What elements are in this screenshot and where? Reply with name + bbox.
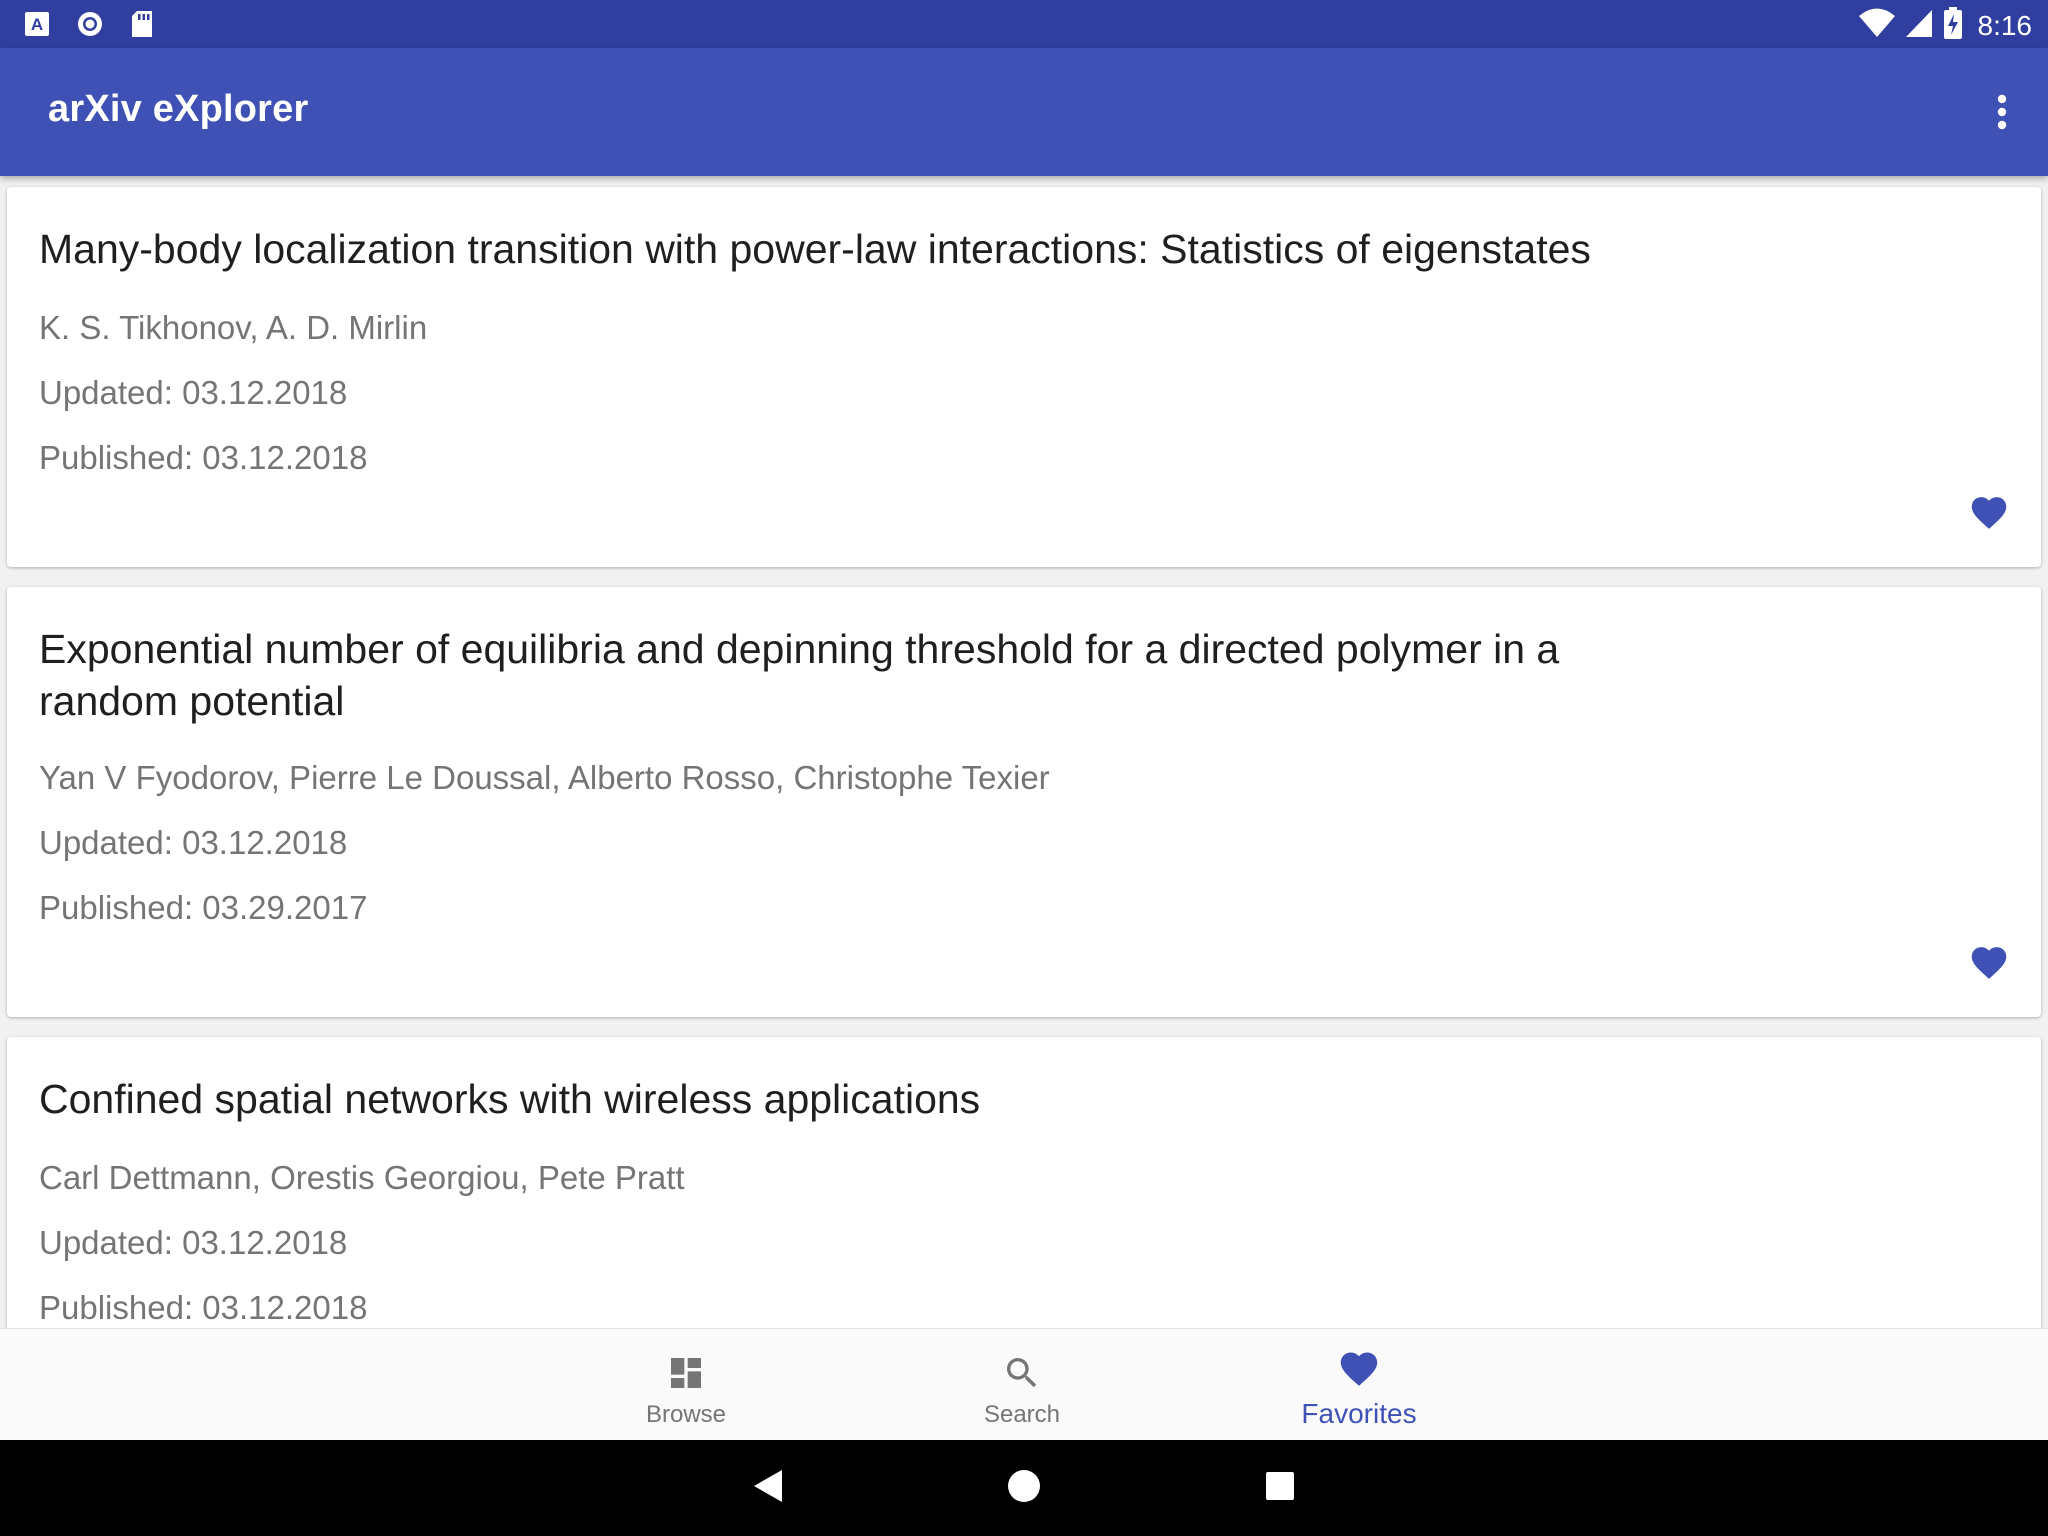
recents-icon <box>1265 1471 1295 1506</box>
heart-icon <box>1968 942 2010 985</box>
nav-item-search[interactable]: Search <box>902 1329 1142 1441</box>
search-icon <box>998 1349 1046 1397</box>
favorite-button[interactable] <box>1965 489 2013 537</box>
app-title: arXiv eXplorer <box>48 88 309 130</box>
home-button[interactable] <box>996 1460 1052 1516</box>
sd-card-icon <box>130 10 154 43</box>
home-icon <box>1007 1469 1041 1508</box>
system-navigation-bar <box>0 1440 2048 1536</box>
more-vert-icon[interactable] <box>1978 88 2026 136</box>
paper-published: Published: 03.12.2018 <box>39 439 368 476</box>
heart-icon <box>1968 492 2010 535</box>
paper-card[interactable]: Exponential number of equilibria and dep… <box>7 587 2041 1017</box>
paper-published: Published: 03.29.2017 <box>39 889 368 926</box>
paper-authors: Yan V Fyodorov, Pierre Le Doussal, Alber… <box>39 759 1050 796</box>
nav-item-browse[interactable]: Browse <box>566 1329 806 1441</box>
signal-icon <box>1904 7 1934 44</box>
a-notification-icon: A <box>24 11 50 42</box>
paper-updated: Updated: 03.12.2018 <box>39 374 348 411</box>
paper-authors: K. S. Tikhonov, A. D. Mirlin <box>39 309 428 346</box>
recents-button[interactable] <box>1252 1460 1308 1516</box>
app-bar: arXiv eXplorer <box>0 48 2048 176</box>
circle-notification-icon <box>76 10 104 43</box>
dashboard-icon <box>662 1349 710 1397</box>
paper-title: Confined spatial networks with wireless … <box>39 1076 981 1122</box>
nav-label-search: Search <box>983 1401 1061 1428</box>
status-system: 8:16 <box>1858 6 2033 45</box>
battery-charging-icon <box>1942 6 1964 45</box>
back-icon <box>752 1468 784 1509</box>
bottom-navigation: Browse Search Favorites <box>0 1328 2048 1441</box>
paper-authors: Carl Dettmann, Orestis Georgiou, Pete Pr… <box>39 1159 685 1196</box>
status-time: 8:16 <box>1977 9 2033 41</box>
nav-label-favorites: Favorites <box>1301 1398 1417 1429</box>
wifi-icon <box>1858 7 1896 44</box>
paper-card[interactable]: Confined spatial networks with wireless … <box>7 1037 2041 1328</box>
paper-title: Exponential number of equilibria and dep… <box>39 626 1560 724</box>
paper-title: Many-body localization transition with p… <box>39 226 1591 272</box>
back-button[interactable] <box>740 1460 796 1516</box>
nav-item-favorites[interactable]: Favorites <box>1239 1329 1479 1441</box>
paper-published: Published: 03.12.2018 <box>39 1289 368 1326</box>
status-notifications: A <box>24 10 154 43</box>
paper-updated: Updated: 03.12.2018 <box>39 824 348 861</box>
heart-icon <box>1335 1343 1383 1391</box>
paper-card[interactable]: Many-body localization transition with p… <box>7 187 2041 567</box>
paper-updated: Updated: 03.12.2018 <box>39 1224 348 1261</box>
svg-text:A: A <box>31 15 43 34</box>
status-bar: A 8:16 <box>0 0 2048 48</box>
favorite-button[interactable] <box>1965 939 2013 987</box>
paper-list[interactable]: Many-body localization transition with p… <box>0 176 2048 1328</box>
nav-label-browse: Browse <box>645 1401 727 1428</box>
